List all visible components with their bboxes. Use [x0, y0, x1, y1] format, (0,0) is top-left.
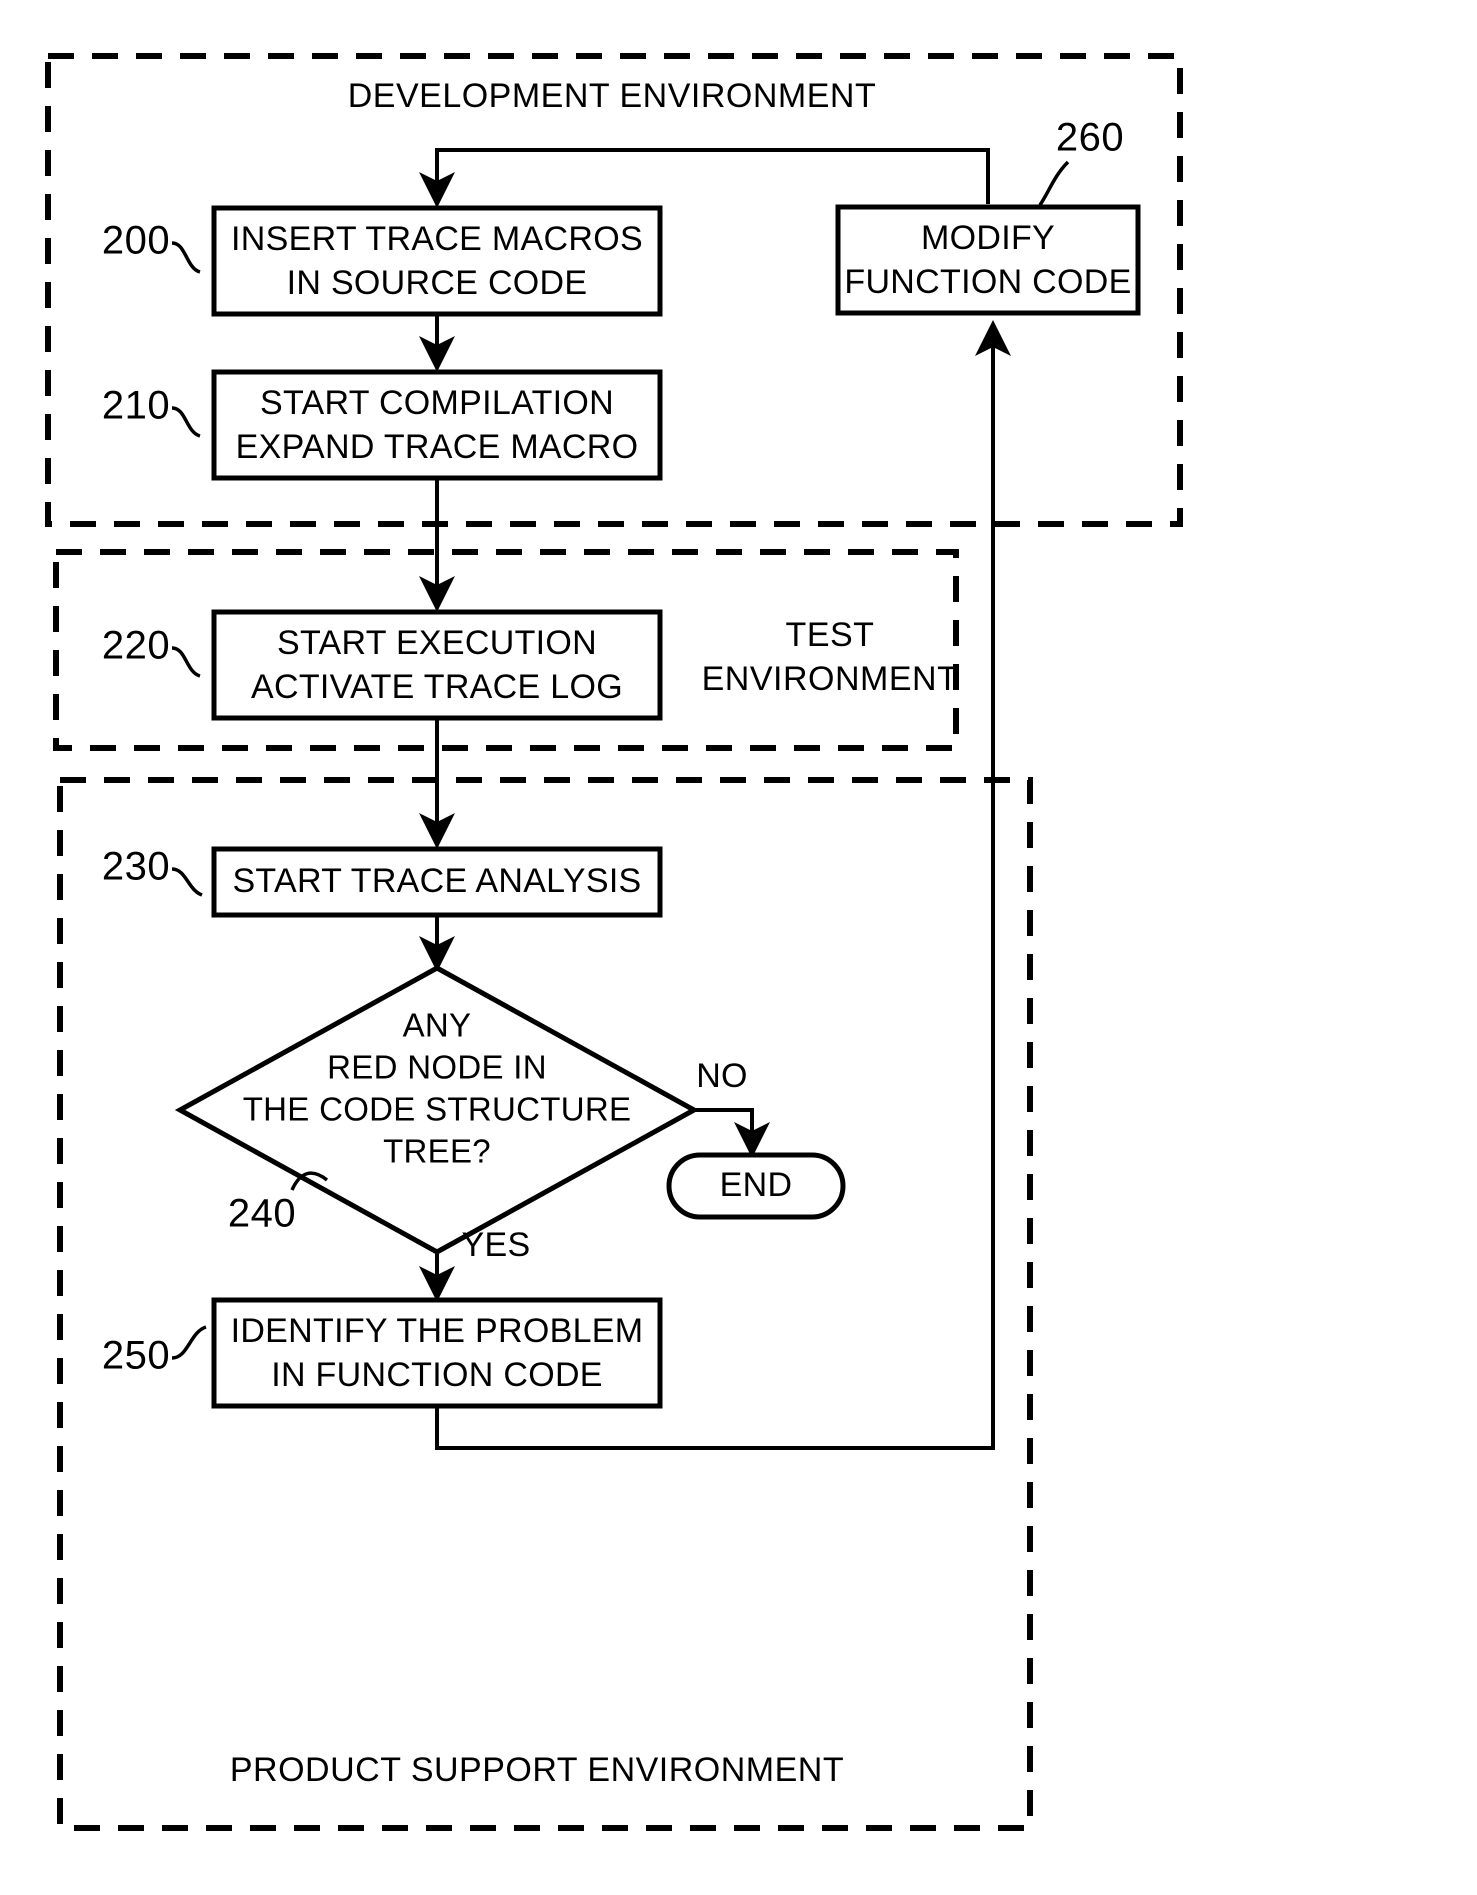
leader-200 — [171, 241, 201, 274]
node-identify-problem-line2: IN FUNCTION CODE — [271, 1356, 603, 1394]
node-decision-line2: RED NODE IN — [327, 1049, 547, 1086]
ref-numeral-200: 200 — [102, 219, 170, 263]
leader-230 — [171, 867, 203, 897]
node-modify-function-code-line2: FUNCTION CODE — [844, 263, 1131, 301]
node-start-execution-line2: ACTIVATE TRACE LOG — [251, 668, 623, 706]
product-support-environment-label: PRODUCT SUPPORT ENVIRONMENT — [230, 1751, 844, 1789]
ref-numeral-250: 250 — [102, 1334, 170, 1378]
edge-label-no: NO — [696, 1057, 748, 1095]
leader-250 — [171, 1325, 207, 1360]
node-start-compilation-line1: START COMPILATION — [260, 384, 614, 422]
development-environment-label: DEVELOPMENT ENVIRONMENT — [348, 77, 877, 115]
node-decision-line3: THE CODE STRUCTURE — [243, 1091, 632, 1128]
test-environment-label-line1: TEST — [786, 616, 875, 654]
node-decision-line4: TREE? — [383, 1133, 491, 1170]
figure-canvas: DEVELOPMENT ENVIRONMENT TEST ENVIRONMENT… — [0, 0, 1477, 1895]
node-start-compilation-line2: EXPAND TRACE MACRO — [236, 428, 639, 466]
edge-modify-to-insert — [419, 148, 990, 208]
node-decision-line1: ANY — [403, 1007, 472, 1044]
ref-numeral-210: 210 — [102, 384, 170, 428]
node-modify-function-code-line1: MODIFY — [921, 219, 1055, 257]
node-start-execution-line1: START EXECUTION — [277, 624, 597, 662]
leader-220 — [171, 646, 201, 678]
edge-label-yes: YES — [462, 1226, 531, 1264]
ref-numeral-230: 230 — [102, 845, 170, 889]
flowchart-diagram: DEVELOPMENT ENVIRONMENT TEST ENVIRONMENT… — [45, 53, 1183, 1831]
ref-numeral-240: 240 — [228, 1192, 296, 1236]
leader-260 — [1038, 160, 1070, 206]
edge-decision-no-to-end — [694, 1108, 770, 1158]
test-environment-label-line2: ENVIRONMENT — [702, 660, 959, 698]
ref-numeral-220: 220 — [102, 624, 170, 668]
node-insert-trace-macros-line1: INSERT TRACE MACROS — [231, 220, 643, 258]
ref-numeral-260: 260 — [1056, 116, 1124, 160]
node-start-trace-analysis-line1: START TRACE ANALYSIS — [232, 862, 641, 900]
node-identify-problem-line1: IDENTIFY THE PROBLEM — [231, 1312, 644, 1350]
node-end-terminator-label: END — [720, 1166, 793, 1204]
leader-210 — [171, 406, 201, 438]
node-insert-trace-macros-line2: IN SOURCE CODE — [287, 264, 588, 302]
